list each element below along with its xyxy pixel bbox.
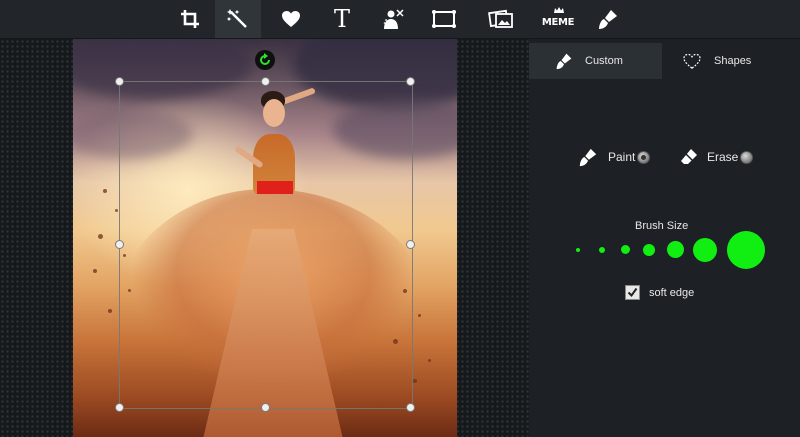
brush-panel: Custom Shapes Paint Erase Brush Size sof… xyxy=(529,39,800,437)
brush-size-2[interactable] xyxy=(599,247,605,253)
brush-size-7[interactable] xyxy=(727,231,765,269)
crown-icon xyxy=(554,7,564,13)
erase-radio[interactable] xyxy=(740,150,754,164)
paint-option[interactable]: Paint xyxy=(578,146,651,168)
frame-icon xyxy=(432,10,456,28)
soft-edge-checkbox[interactable] xyxy=(625,285,640,300)
paint-radio[interactable] xyxy=(637,150,651,164)
resize-handle-bottom-left[interactable] xyxy=(115,403,124,412)
text-tool-button[interactable]: T xyxy=(319,0,365,38)
soft-edge-option[interactable]: soft edge xyxy=(625,285,694,300)
person-effect-icon xyxy=(383,9,404,29)
text-icon: T xyxy=(333,5,350,33)
brush-icon xyxy=(556,53,572,70)
check-icon xyxy=(627,287,638,298)
brush-icon xyxy=(599,10,617,29)
canvas-area[interactable] xyxy=(0,39,529,437)
brush-size-1[interactable] xyxy=(576,248,580,252)
frame-tool-button[interactable] xyxy=(421,0,467,38)
heart-icon xyxy=(282,11,300,27)
tab-shapes-label: Shapes xyxy=(714,55,752,67)
rotate-icon xyxy=(260,53,270,65)
resize-handle-bottom-right[interactable] xyxy=(406,403,415,412)
brush-size-5[interactable] xyxy=(667,241,684,258)
heart-tool-button[interactable] xyxy=(268,0,314,38)
meme-icon: MEME xyxy=(541,16,575,28)
tab-custom-label: Custom xyxy=(585,55,623,67)
magic-wand-tool-button[interactable] xyxy=(215,0,261,38)
erase-label: Erase xyxy=(707,150,739,164)
eraser-icon xyxy=(681,149,697,164)
brush-size-label: Brush Size xyxy=(635,220,689,232)
resize-handle-bottom[interactable] xyxy=(261,403,270,412)
brush-size-6[interactable] xyxy=(693,238,717,262)
tab-shapes[interactable]: Shapes xyxy=(662,43,800,79)
top-toolbar: T MEME xyxy=(0,0,800,39)
panel-tabs: Custom Shapes xyxy=(529,43,800,79)
person-effect-tool-button[interactable] xyxy=(370,0,416,38)
resize-handle-left[interactable] xyxy=(115,240,124,249)
paint-brush-icon xyxy=(579,148,597,167)
heart-outline-icon xyxy=(683,53,701,69)
brush-size-3[interactable] xyxy=(621,245,630,254)
erase-option[interactable]: Erase xyxy=(680,146,754,168)
crop-icon xyxy=(181,10,199,28)
magic-wand-icon xyxy=(227,9,247,28)
soft-edge-label: soft edge xyxy=(649,286,695,299)
paint-label: Paint xyxy=(608,150,636,164)
resize-handle-top-right[interactable] xyxy=(406,77,415,86)
photo-frame-tool-button[interactable] xyxy=(478,0,524,38)
selection-box[interactable] xyxy=(119,81,413,409)
resize-handle-top-left[interactable] xyxy=(115,77,124,86)
resize-handle-right[interactable] xyxy=(406,240,415,249)
resize-handle-top[interactable] xyxy=(261,77,270,86)
crop-tool-button[interactable] xyxy=(167,0,213,38)
brush-size-4[interactable] xyxy=(643,244,655,256)
rotate-handle[interactable] xyxy=(255,50,275,70)
photo-frame-icon xyxy=(488,9,513,28)
tab-custom[interactable]: Custom xyxy=(529,43,662,79)
brush-tool-button[interactable] xyxy=(585,0,631,38)
meme-tool-button[interactable]: MEME xyxy=(535,0,581,38)
